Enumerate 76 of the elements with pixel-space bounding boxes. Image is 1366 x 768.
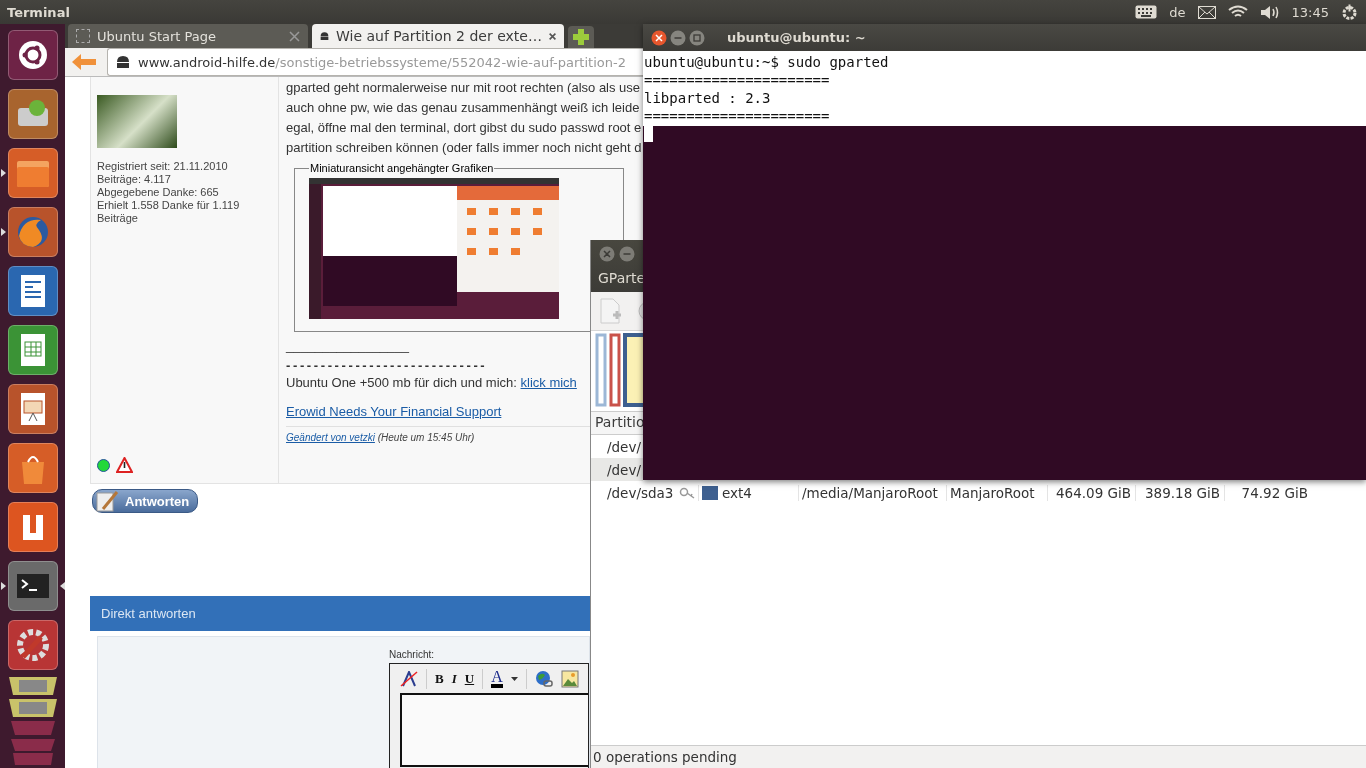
caret-icon[interactable] (510, 676, 518, 681)
post-text: gparted geht normalerweise nur mit root rechten (also als use auch ohne pw, wie das genau zusammenhängt weiß ich leide egal, öffne mal den terminal, dort gibst du sudo passwd root e partition schreiben können (oder falls immer noch nicht geht d (286, 79, 643, 157)
section-header: Direkt antworten (90, 596, 590, 631)
reply-button[interactable]: Antworten (92, 489, 199, 513)
browser-tab[interactable]: Wie auf Partition 2 der exte… (312, 24, 564, 48)
table-cell: 464.09 GiB (1047, 484, 1135, 501)
attachments-legend: Miniaturansicht angehängter Grafiken (309, 162, 495, 174)
shopping-bag-icon[interactable] (7, 443, 58, 493)
close-icon[interactable] (548, 30, 556, 42)
terminal-line: ====================== (644, 71, 831, 89)
blank-page-icon (76, 29, 90, 43)
signature-link[interactable]: klick mich (520, 375, 577, 390)
window-title: ubuntu@ubuntu: ~ (727, 30, 866, 45)
power-gear-icon[interactable] (1341, 3, 1358, 21)
close-button[interactable] (651, 29, 667, 46)
terminal-line: libparted : 2.3 (644, 89, 772, 107)
globe-link-icon[interactable] (534, 669, 553, 688)
remove-format-icon[interactable] (400, 670, 418, 687)
table-cell-text: /dev/ (606, 461, 642, 478)
wifi-icon[interactable] (1227, 5, 1248, 19)
table-cell: ManjaroRoot (946, 484, 1047, 501)
browser-tab[interactable]: Ubuntu Start Page (68, 24, 308, 48)
globe-icon[interactable] (7, 207, 58, 257)
table-cell: /media/ManjaroRoot (798, 484, 946, 501)
format-button[interactable]: B (435, 670, 444, 687)
presentation-icon[interactable] (7, 384, 58, 434)
partition-row[interactable]: /dev/ (591, 458, 643, 481)
app-title: Terminal (7, 4, 70, 20)
volume-icon[interactable] (1259, 4, 1280, 20)
user-stat: Registriert seit: 21.11.2010 (97, 160, 229, 173)
signature-link[interactable]: Erowid Needs Your Financial Support (286, 404, 502, 419)
table-cell: ext4 (722, 484, 752, 501)
terminal-line: ubuntu@ubuntu:~$ sudo gparted (644, 53, 890, 71)
table-cell-text: /dev/ (606, 438, 642, 455)
font-color-button[interactable]: A (491, 669, 503, 688)
folder-icon[interactable] (7, 148, 58, 198)
edit-time: (Heute um 15:45 Uhr) (377, 432, 475, 443)
warning-icon[interactable] (116, 457, 133, 473)
user-stat: Beiträge: 4.117 (97, 173, 172, 186)
minimize-button[interactable] (619, 246, 635, 262)
new-tab-button[interactable] (568, 26, 594, 48)
logo-icon[interactable] (7, 30, 58, 80)
signature-text: Ubuntu One +500 mb für dich und mich: (286, 375, 517, 390)
user-stat: Erhielt 1.558 Danke für 1.119 Beiträge (97, 199, 241, 225)
disk-drive-icon[interactable] (7, 89, 58, 139)
image-icon[interactable] (560, 669, 579, 688)
message-field[interactable] (400, 693, 588, 767)
table-cell: 389.18 GiB (1135, 484, 1224, 501)
format-button[interactable]: U (464, 670, 475, 687)
window-title: GParte (598, 270, 647, 286)
wrench-gear-icon[interactable] (7, 620, 58, 670)
table-cell-text: /dev/sda3 (606, 484, 675, 501)
screenshot-thumbnail-drawing[interactable] (309, 178, 559, 319)
document-icon[interactable] (7, 266, 58, 316)
terminal-line: ====================== (644, 107, 831, 125)
status-bar: 0 operations pending (591, 745, 1366, 768)
format-button[interactable]: I (451, 670, 457, 687)
table-cell: 74.92 GiB (1224, 484, 1312, 501)
partition-row[interactable]: /dev/ (591, 435, 643, 458)
editor-link[interactable]: Geändert von vetzki (286, 432, 375, 443)
maximize-button[interactable] (689, 29, 705, 46)
signature-rule: _________________ (286, 338, 409, 354)
terminal-icon[interactable] (7, 561, 58, 611)
clock[interactable]: 13:45 (1291, 4, 1329, 20)
message-label: Nachricht: (389, 649, 435, 660)
envelope-icon[interactable] (1197, 5, 1216, 19)
keyboard-layout[interactable]: de (1169, 4, 1186, 20)
spreadsheet-icon[interactable] (7, 325, 58, 375)
pencil-paper-icon (95, 490, 121, 512)
signature-dashes: - - - - - - - - - - - - - - - - - - - - - - - - - - - - - (286, 357, 485, 374)
plus-icon (573, 29, 589, 45)
address-field[interactable]: www.android-hilfe.de/sonstige-betriebssysteme/552042-wie-auf-partition-2 (107, 48, 643, 76)
partition-row[interactable]: /dev/sda3 ext4 /media/ManjaroRoot ManjaroRoot 464.09 GiB 389.18 GiB 74.92 GiB (591, 481, 1366, 504)
user-stat: Abgegebene Danke: 665 (97, 186, 220, 199)
keyboard-icon[interactable] (1135, 5, 1158, 19)
column-header[interactable]: Partitio (591, 411, 643, 435)
